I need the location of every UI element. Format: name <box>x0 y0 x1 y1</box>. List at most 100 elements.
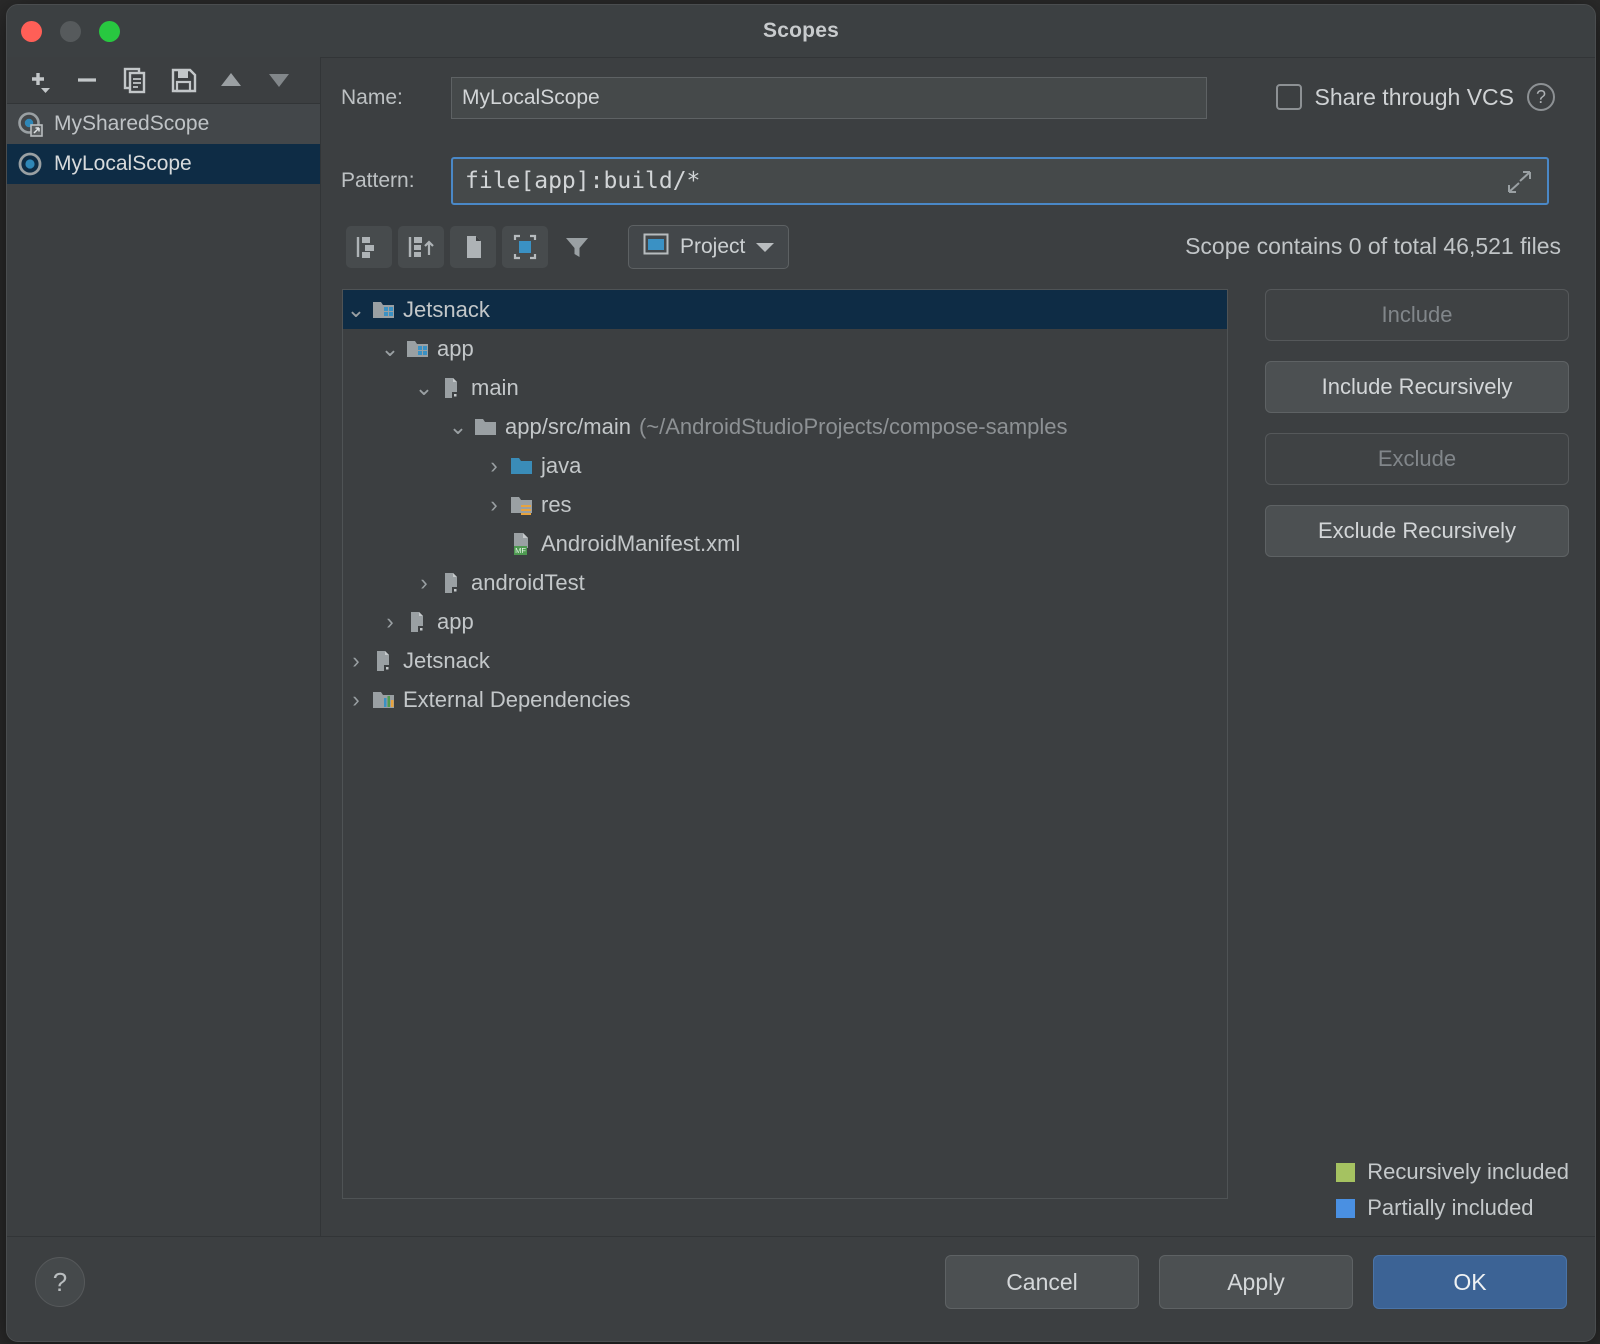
pattern-field-wrapper <box>451 157 1549 205</box>
tree-row[interactable]: ⌄ main <box>343 368 1227 407</box>
tree-row[interactable]: ⌄ app <box>343 329 1227 368</box>
add-scope-button[interactable] <box>17 60 61 100</box>
name-label: Name: <box>341 86 451 110</box>
move-up-button[interactable] <box>209 60 253 100</box>
pattern-row: Pattern: <box>341 157 1549 205</box>
exclude-recursively-button[interactable]: Exclude Recursively <box>1265 505 1569 557</box>
chevron-down-icon <box>756 243 774 252</box>
expand-all-button[interactable] <box>346 226 392 268</box>
tree-row-label: app <box>437 336 474 362</box>
tree-row[interactable]: › Jetsnack <box>343 641 1227 680</box>
module-group-icon <box>403 337 433 361</box>
main-panel: Name: Share through VCS ? Pattern: <box>320 57 1595 1341</box>
exclude-button[interactable]: Exclude <box>1265 433 1569 485</box>
tree-row[interactable]: › java <box>343 446 1227 485</box>
library-icon <box>369 688 399 712</box>
legend-item-partially-included: Partially included <box>1336 1195 1569 1221</box>
tree-row-label: Jetsnack <box>403 648 490 674</box>
tree-row[interactable]: › app <box>343 602 1227 641</box>
module-icon <box>369 649 399 673</box>
legend-item-recursively-included: Recursively included <box>1336 1159 1569 1185</box>
show-included-only-button[interactable] <box>502 226 548 268</box>
module-icon <box>437 571 467 595</box>
chevron-right-icon[interactable]: › <box>481 492 507 518</box>
chevron-down-icon[interactable]: ⌄ <box>445 414 471 440</box>
pattern-label: Pattern: <box>341 169 451 193</box>
manifest-file-icon: MF <box>507 532 537 556</box>
tree-row-label: External Dependencies <box>403 687 630 713</box>
local-scope-icon <box>17 151 49 177</box>
tree-row-label: res <box>541 492 572 518</box>
chevron-right-icon[interactable]: › <box>343 648 369 674</box>
tree-row[interactable]: › External Dependencies <box>343 680 1227 719</box>
scope-list: MySharedScope MyLocalScope <box>7 104 320 184</box>
tree-toolbar: Project <box>346 225 789 269</box>
project-window-icon <box>643 233 669 261</box>
project-tree-panel[interactable]: ⌄ Jetsnack ⌄ <box>342 289 1228 1199</box>
scope-list-item-label: MyLocalScope <box>54 152 192 176</box>
legend-label: Recursively included <box>1367 1159 1569 1185</box>
tree-row[interactable]: › res <box>343 485 1227 524</box>
recursively-included-swatch <box>1336 1163 1355 1182</box>
chevron-down-icon[interactable]: ⌄ <box>377 336 403 362</box>
include-exclude-actions: Include Include Recursively Exclude Excl… <box>1265 289 1569 557</box>
share-through-vcs-label: Share through VCS <box>1315 84 1514 111</box>
scope-selector-dropdown[interactable]: Project <box>628 225 789 269</box>
ok-button[interactable]: OK <box>1373 1255 1567 1309</box>
module-group-icon <box>369 298 399 322</box>
tree-row-label: java <box>541 453 581 479</box>
footer-actions: Cancel Apply OK <box>945 1255 1567 1309</box>
module-icon <box>437 376 467 400</box>
save-scope-button[interactable] <box>161 60 205 100</box>
copy-scope-button[interactable] <box>113 60 157 100</box>
move-down-button[interactable] <box>257 60 301 100</box>
help-button[interactable]: ? <box>35 1257 85 1307</box>
chevron-right-icon[interactable]: › <box>377 609 403 635</box>
window-title: Scopes <box>7 5 1595 57</box>
tree-row-label: AndroidManifest.xml <box>541 531 740 557</box>
scope-selector-label: Project <box>680 235 745 259</box>
include-recursively-button[interactable]: Include Recursively <box>1265 361 1569 413</box>
tree-row-label: main <box>471 375 519 401</box>
legend-label: Partially included <box>1367 1195 1533 1221</box>
include-button[interactable]: Include <box>1265 289 1569 341</box>
remove-scope-button[interactable] <box>65 60 109 100</box>
tree-row[interactable]: ⌄ Jetsnack <box>343 290 1227 329</box>
filter-button[interactable] <box>554 226 600 268</box>
tree-row[interactable]: ⌄ app/src/main (~/AndroidStudioProjects/… <box>343 407 1227 446</box>
collapse-all-button[interactable] <box>398 226 444 268</box>
source-folder-icon <box>507 454 537 478</box>
module-icon <box>403 610 433 634</box>
name-row: Name: <box>341 77 1207 119</box>
chevron-down-icon[interactable]: ⌄ <box>411 375 437 401</box>
scope-list-item-local[interactable]: MyLocalScope <box>7 144 320 184</box>
tree-row[interactable]: › MF AndroidManifest.xml <box>343 524 1227 563</box>
chevron-down-icon[interactable]: ⌄ <box>343 297 369 323</box>
partially-included-swatch <box>1336 1199 1355 1218</box>
title-bar: Scopes <box>7 5 1595 58</box>
folder-icon <box>471 415 501 439</box>
shared-scope-icon <box>17 111 49 137</box>
share-through-vcs-checkbox[interactable] <box>1276 84 1302 110</box>
chevron-right-icon[interactable]: › <box>411 570 437 596</box>
scope-list-item-shared[interactable]: MySharedScope <box>7 104 320 144</box>
dialog-footer: ? Cancel Apply OK <box>7 1236 1595 1341</box>
share-through-vcs-row[interactable]: Share through VCS ? <box>1276 83 1555 111</box>
pattern-input[interactable] <box>451 157 1549 205</box>
svg-text:MF: MF <box>515 546 526 555</box>
tree-row-path: (~/AndroidStudioProjects/compose-samples <box>639 414 1068 440</box>
name-input[interactable] <box>451 77 1207 119</box>
tree-row-label: app <box>437 609 474 635</box>
tree-row-label: Jetsnack <box>403 297 490 323</box>
sidebar-toolbar <box>7 57 320 104</box>
help-icon[interactable]: ? <box>1527 83 1555 111</box>
cancel-button[interactable]: Cancel <box>945 1255 1139 1309</box>
chevron-right-icon[interactable]: › <box>481 453 507 479</box>
tree-row[interactable]: › androidTest <box>343 563 1227 602</box>
scope-list-item-label: MySharedScope <box>54 112 209 136</box>
tree-row-label: app/src/main <box>505 414 631 440</box>
show-files-button[interactable] <box>450 226 496 268</box>
chevron-right-icon[interactable]: › <box>343 687 369 713</box>
apply-button[interactable]: Apply <box>1159 1255 1353 1309</box>
scopes-dialog: Scopes <box>6 4 1596 1342</box>
